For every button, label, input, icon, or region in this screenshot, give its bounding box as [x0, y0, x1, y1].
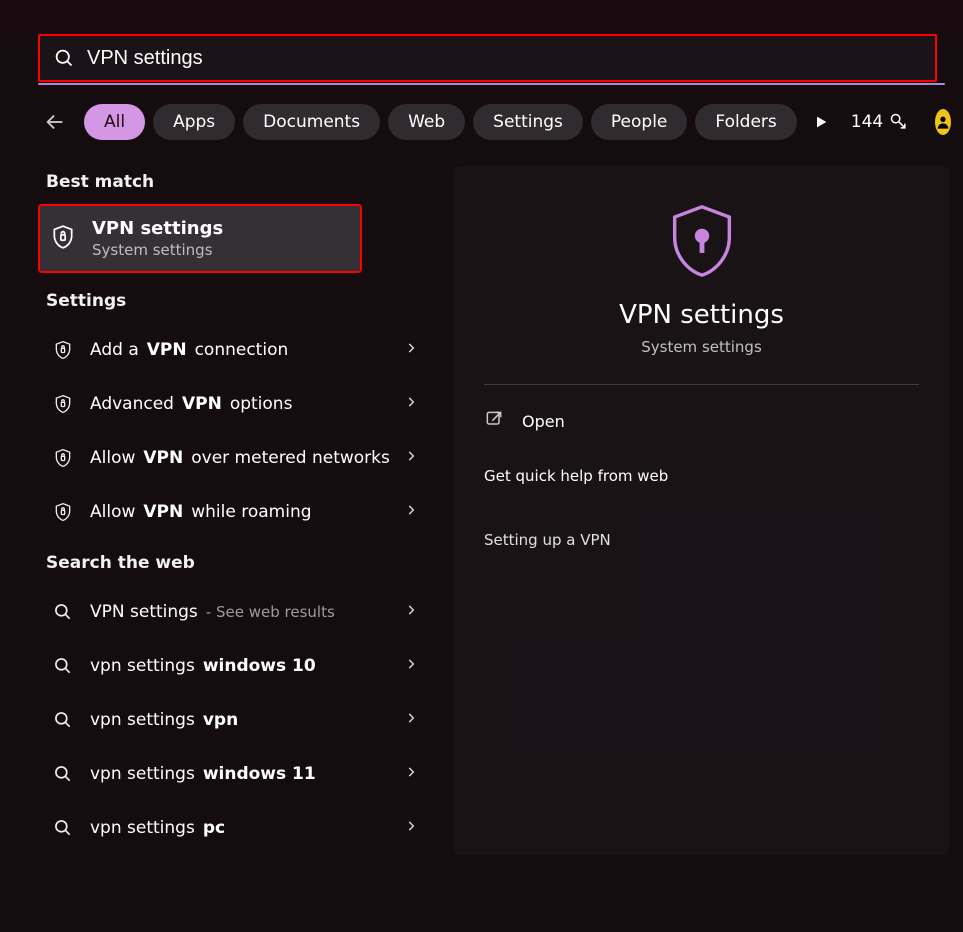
filter-bar: All Apps Documents Web Settings People F… — [44, 104, 935, 140]
section-settings: Settings — [46, 291, 442, 311]
settings-result[interactable]: Allow VPN over metered networks — [46, 431, 442, 485]
back-button[interactable] — [44, 107, 66, 137]
result-label: VPN settings - See web results — [90, 602, 436, 622]
settings-result[interactable]: Advanced VPN options — [46, 377, 442, 431]
chevron-right-icon — [404, 818, 418, 838]
filter-documents[interactable]: Documents — [243, 104, 380, 140]
detail-panel: VPN settings System settings Open Get qu… — [454, 166, 949, 855]
shield-icon — [52, 502, 74, 522]
settings-result[interactable]: Allow VPN while roaming — [46, 485, 442, 539]
result-label: Add a VPN connection — [90, 340, 436, 360]
detail-subtitle: System settings — [484, 338, 919, 356]
search-icon — [54, 48, 75, 69]
open-label: Open — [522, 412, 565, 431]
result-label: Advanced VPN options — [90, 394, 436, 414]
chevron-right-icon — [404, 710, 418, 730]
search-icon — [52, 656, 74, 676]
shield-icon — [52, 394, 74, 414]
search-icon — [52, 764, 74, 784]
result-label: vpn settings windows 10 — [90, 656, 436, 676]
chevron-right-icon — [404, 656, 418, 676]
result-label: Allow VPN over metered networks — [90, 448, 436, 468]
web-result[interactable]: VPN settings - See web results — [46, 585, 442, 639]
search-icon — [52, 602, 74, 622]
web-result[interactable]: vpn settings vpn — [46, 693, 442, 747]
result-label: vpn settings vpn — [90, 710, 436, 730]
detail-shield-icon — [484, 200, 919, 282]
help-link[interactable]: Setting up a VPN — [484, 531, 919, 549]
shield-icon — [52, 448, 74, 468]
filter-folders[interactable]: Folders — [695, 104, 796, 140]
section-web: Search the web — [46, 553, 442, 573]
shield-icon — [52, 340, 74, 360]
rewards-badge[interactable]: 144 — [851, 112, 909, 132]
best-match-title: VPN settings — [92, 218, 223, 239]
play-button[interactable] — [813, 108, 829, 136]
result-label: vpn settings pc — [90, 818, 436, 838]
filter-apps[interactable]: Apps — [153, 104, 235, 140]
divider — [484, 384, 919, 385]
search-icon — [52, 710, 74, 730]
filter-settings[interactable]: Settings — [473, 104, 583, 140]
chevron-right-icon — [404, 448, 418, 468]
chevron-right-icon — [404, 764, 418, 784]
search-input[interactable] — [87, 47, 921, 70]
help-heading: Get quick help from web — [484, 467, 919, 485]
results-panel: Best match VPN settings System settings … — [0, 166, 454, 855]
web-result[interactable]: vpn settings pc — [46, 801, 442, 855]
filter-web[interactable]: Web — [388, 104, 465, 140]
user-avatar[interactable] — [935, 109, 951, 135]
web-result[interactable]: vpn settings windows 10 — [46, 639, 442, 693]
open-icon — [484, 409, 504, 433]
filter-people[interactable]: People — [591, 104, 687, 140]
best-match-result[interactable]: VPN settings System settings — [38, 204, 362, 273]
open-action[interactable]: Open — [484, 409, 919, 433]
chevron-right-icon — [404, 502, 418, 522]
search-icon — [52, 818, 74, 838]
chevron-right-icon — [404, 602, 418, 622]
shield-lock-icon — [50, 224, 76, 254]
web-result[interactable]: vpn settings windows 11 — [46, 747, 442, 801]
search-bar[interactable] — [38, 34, 937, 82]
section-best-match: Best match — [46, 172, 442, 192]
rewards-count: 144 — [851, 112, 883, 132]
detail-title: VPN settings — [484, 300, 919, 330]
result-label: vpn settings windows 11 — [90, 764, 436, 784]
result-label: Allow VPN while roaming — [90, 502, 436, 522]
chevron-right-icon — [404, 340, 418, 360]
settings-result[interactable]: Add a VPN connection — [46, 323, 442, 377]
best-match-subtitle: System settings — [92, 241, 223, 259]
chevron-right-icon — [404, 394, 418, 414]
filter-all[interactable]: All — [84, 104, 145, 140]
